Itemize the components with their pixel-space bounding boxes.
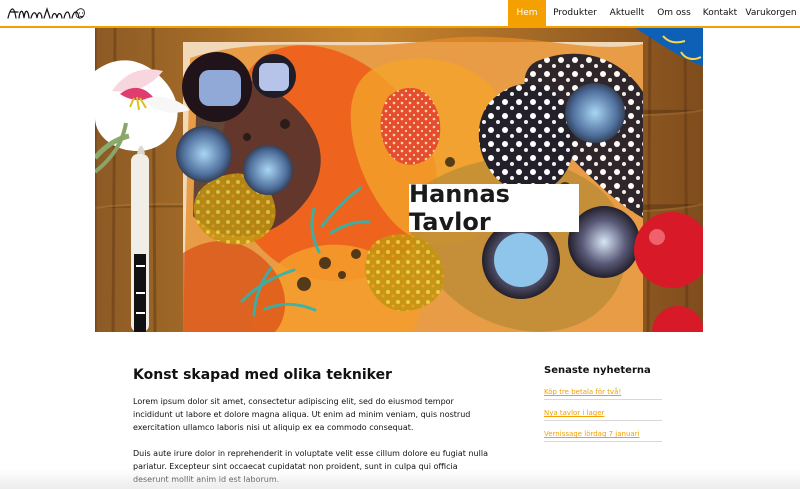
news-link-new-paintings[interactable]: Nya tavlor i lager [544, 406, 662, 421]
nav-item-hem[interactable]: Hem [508, 0, 546, 26]
news-sidebar: Senaste nyheterna Köp tre betala för två… [544, 365, 662, 448]
intro-article: Konst skapad med olika tekniker Lorem ip… [133, 367, 493, 489]
nav-item-kontakt[interactable]: Kontakt [698, 0, 742, 26]
web-page: Hem Produkter Aktuellt Om oss Kontakt Va… [0, 0, 800, 489]
news-link-offer[interactable]: Köp tre betala för två! [544, 385, 662, 400]
abstract-painting-photo [95, 28, 703, 332]
site-logo[interactable] [6, 4, 88, 22]
hero-banner: Hannas Tavlor [95, 28, 703, 332]
news-heading: Senaste nyheterna [544, 365, 651, 376]
main-content-area: Konst skapad med olika tekniker Lorem ip… [0, 332, 800, 489]
nav-item-varukorgen[interactable]: Varukorgen [742, 0, 800, 26]
nav-item-produkter[interactable]: Produkter [546, 0, 604, 26]
intro-paragraph-1: Lorem ipsum dolor sit amet, consectetur … [133, 397, 471, 432]
nav-item-aktuellt[interactable]: Aktuellt [604, 0, 650, 26]
news-link-vernissage[interactable]: Vernissage lördag 7 januari [544, 427, 662, 442]
main-menu: Hem Produkter Aktuellt Om oss Kontakt Va… [508, 0, 800, 26]
intro-paragraph-2: Duis aute irure dolor in reprehenderit i… [133, 449, 488, 484]
handwritten-logo-icon [7, 7, 85, 19]
main-heading: Konst skapad med olika tekniker [133, 367, 392, 383]
top-navigation-bar: Hem Produkter Aktuellt Om oss Kontakt Va… [0, 0, 800, 28]
nav-item-om-oss[interactable]: Om oss [650, 0, 698, 26]
hero-title: Hannas Tavlor [409, 180, 579, 236]
